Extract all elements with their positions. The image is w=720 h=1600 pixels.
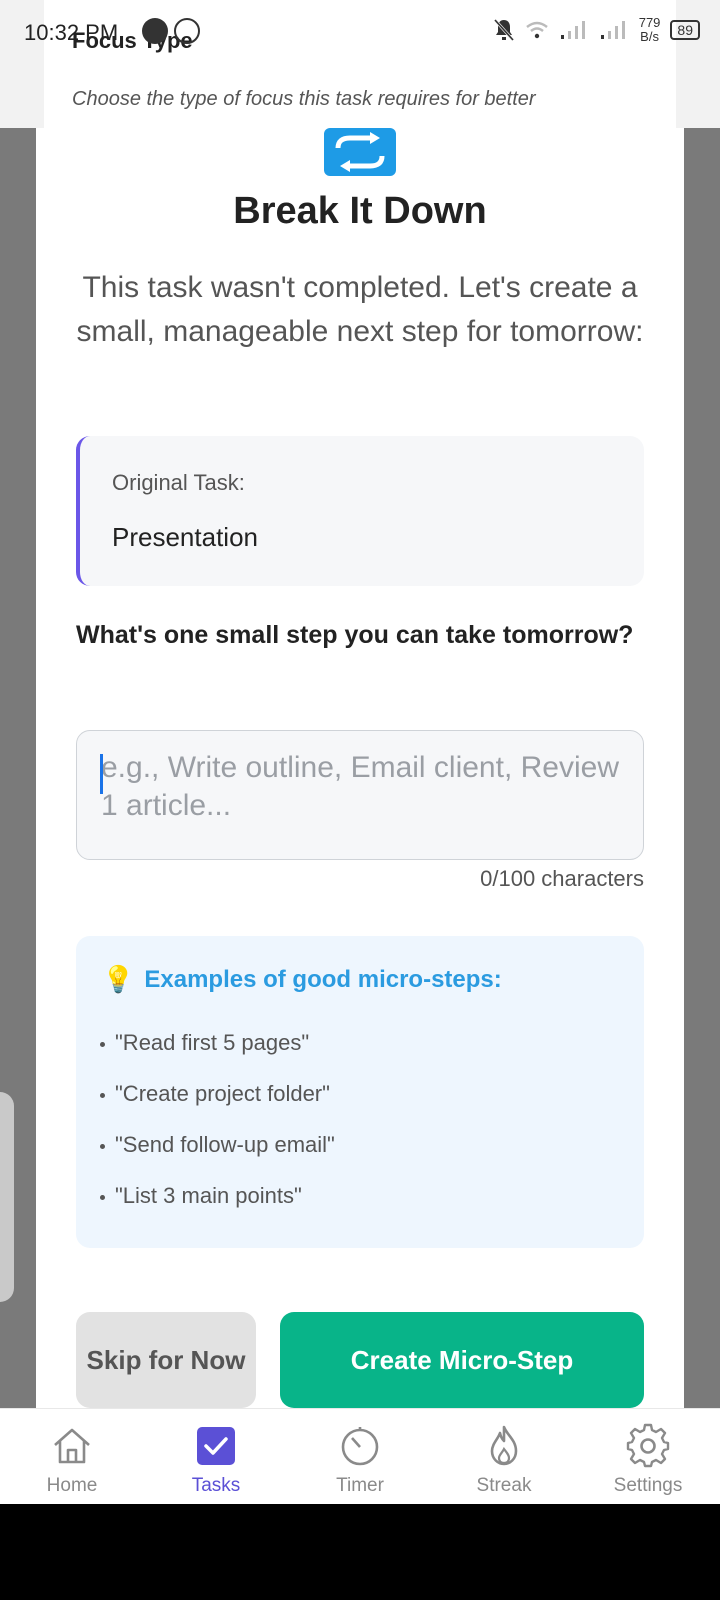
examples-card: 💡 Examples of good micro-steps: "Read fi… bbox=[76, 936, 644, 1248]
modal-title: Break It Down bbox=[233, 190, 487, 232]
lightbulb-icon: 💡 bbox=[102, 964, 135, 994]
skip-button[interactable]: Skip for Now bbox=[76, 1312, 256, 1408]
whatsapp-icon bbox=[174, 18, 200, 44]
nav-item-tasks[interactable]: Tasks bbox=[144, 1409, 288, 1504]
gear-icon bbox=[626, 1423, 670, 1468]
system-navigation-area bbox=[0, 1504, 720, 1600]
notification-app-icon bbox=[142, 18, 168, 44]
bullet-icon bbox=[100, 1092, 105, 1098]
bullet-icon bbox=[100, 1143, 105, 1149]
nav-label-tasks: Tasks bbox=[191, 1475, 241, 1496]
timer-icon bbox=[341, 1427, 379, 1466]
micro-step-input[interactable] bbox=[101, 749, 619, 841]
bottom-navigation: Home Tasks Timer Streak Settings bbox=[0, 1408, 720, 1504]
example-item: "Create project folder" bbox=[100, 1081, 330, 1107]
nav-label-settings: Settings bbox=[613, 1475, 683, 1496]
status-bar: 10:32 PM 779 B/s 89 bbox=[0, 0, 720, 64]
network-speed: 779 B/s bbox=[639, 16, 661, 44]
bullet-icon bbox=[100, 1194, 105, 1200]
background-subtitle: Choose the type of focus this task requi… bbox=[72, 88, 536, 110]
examples-title: Examples of good micro-steps: bbox=[144, 965, 502, 993]
repeat-icon bbox=[324, 128, 396, 176]
example-item: "Read first 5 pages" bbox=[100, 1030, 309, 1056]
nav-label-streak: Streak bbox=[476, 1475, 532, 1496]
create-micro-step-button[interactable]: Create Micro-Step bbox=[280, 1312, 644, 1408]
nav-item-streak[interactable]: Streak bbox=[432, 1409, 576, 1504]
example-text: "Create project folder" bbox=[115, 1081, 330, 1106]
home-icon bbox=[54, 1428, 90, 1464]
example-item: "Send follow-up email" bbox=[100, 1132, 335, 1158]
original-task-value: Presentation bbox=[112, 522, 258, 552]
text-caret bbox=[100, 754, 103, 794]
network-speed-unit: B/s bbox=[640, 29, 659, 44]
flame-icon bbox=[490, 1425, 518, 1466]
original-task-label: Original Task: bbox=[112, 470, 245, 495]
nav-label-home: Home bbox=[46, 1475, 98, 1496]
character-count: 0/100 characters bbox=[480, 866, 644, 891]
battery-indicator: 89 bbox=[670, 20, 700, 40]
original-task-card: Original Task: Presentation bbox=[76, 436, 644, 586]
bullet-icon bbox=[100, 1041, 105, 1047]
signal-icon-2 bbox=[600, 21, 625, 39]
nav-item-timer[interactable]: Timer bbox=[288, 1409, 432, 1504]
checkbox-icon bbox=[197, 1427, 235, 1465]
break-it-down-modal: Break It Down This task wasn't completed… bbox=[36, 128, 684, 1408]
example-text: "List 3 main points" bbox=[115, 1183, 302, 1208]
status-time: 10:32 PM bbox=[24, 20, 119, 45]
example-item: "List 3 main points" bbox=[100, 1183, 302, 1209]
modal-description: This task wasn't completed. Let's create… bbox=[76, 271, 644, 348]
signal-icon bbox=[560, 21, 585, 39]
micro-step-input-box[interactable] bbox=[76, 730, 644, 860]
example-text: "Read first 5 pages" bbox=[115, 1030, 310, 1055]
edge-panel-handle[interactable] bbox=[0, 1092, 14, 1302]
example-text: "Send follow-up email" bbox=[115, 1132, 335, 1157]
examples-heading: 💡 Examples of good micro-steps: bbox=[102, 964, 502, 995]
network-speed-value: 779 bbox=[638, 15, 661, 30]
nav-item-settings[interactable]: Settings bbox=[576, 1409, 720, 1504]
nav-label-timer: Timer bbox=[336, 1475, 384, 1496]
nav-item-home[interactable]: Home bbox=[0, 1409, 144, 1504]
mute-bell-icon bbox=[493, 18, 514, 42]
micro-step-question: What's one small step you can take tomor… bbox=[76, 621, 634, 649]
wifi-icon bbox=[525, 21, 548, 39]
